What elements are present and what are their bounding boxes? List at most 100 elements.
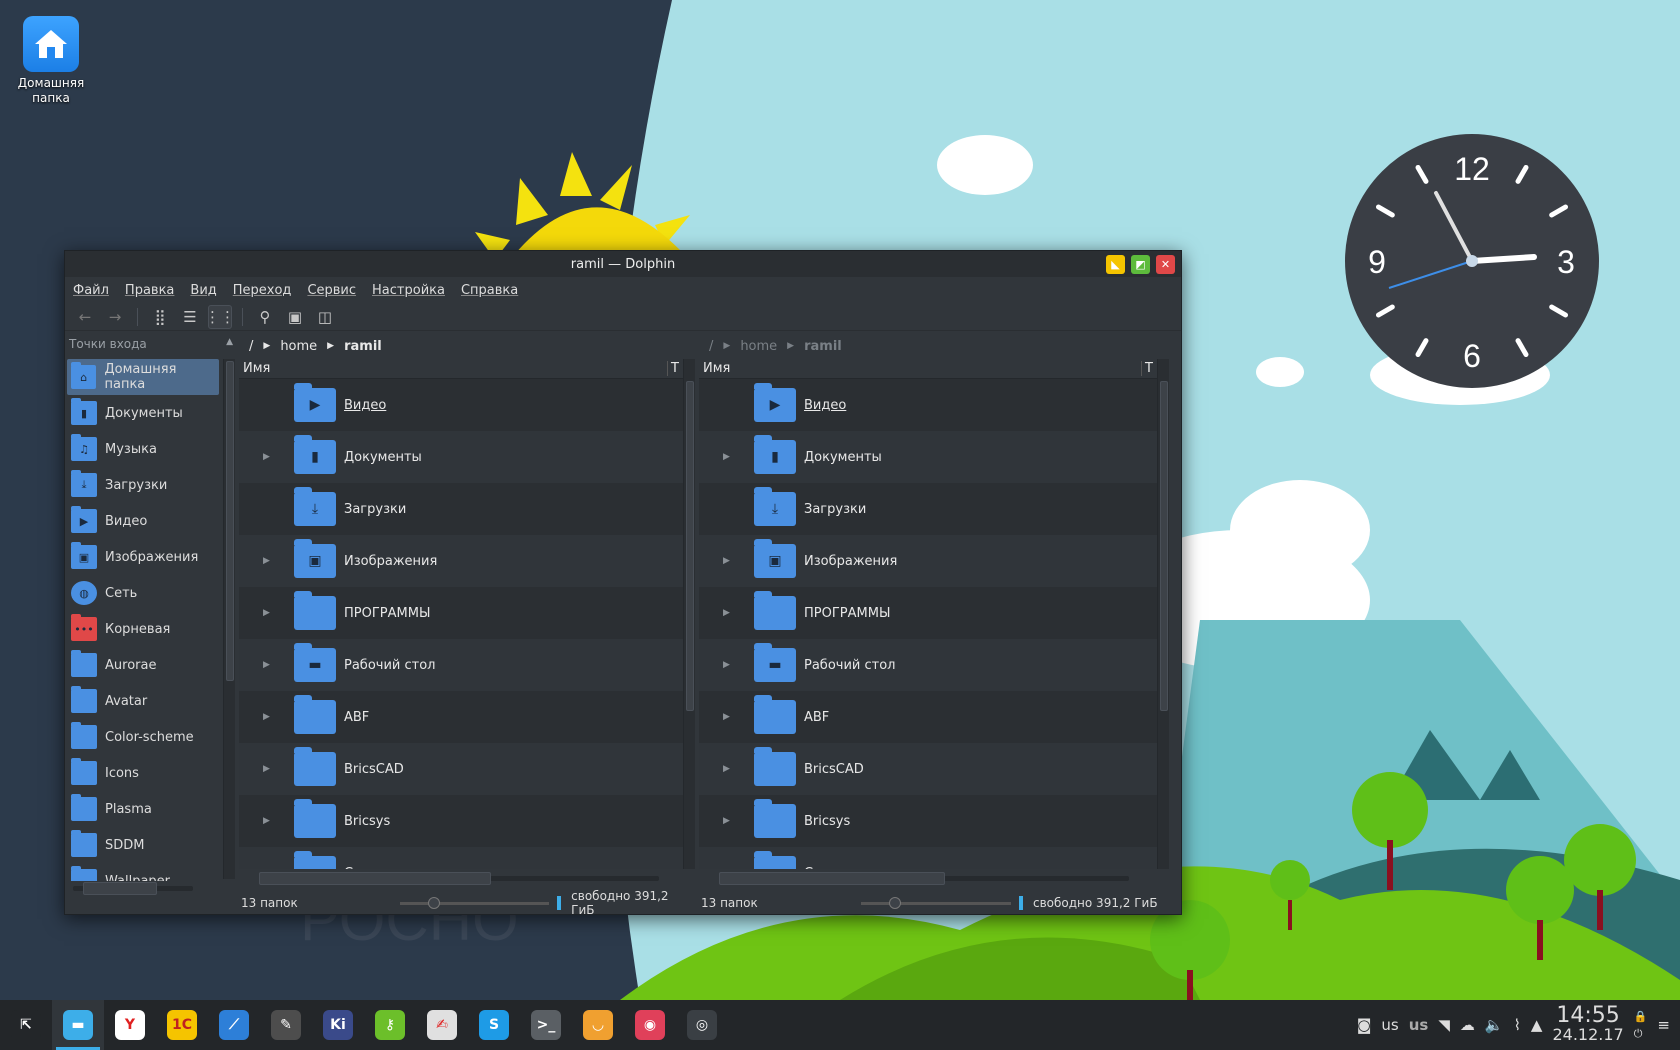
file-row[interactable]: ▶ BricsCAD — [239, 743, 695, 795]
details-view-icon[interactable]: ⋮⋮ — [205, 304, 235, 329]
taskbar-yandex-browser[interactable]: Y — [104, 1000, 156, 1050]
expand-arrow-icon[interactable]: ▶ — [239, 556, 294, 566]
minimize-button[interactable]: ◣ — [1106, 255, 1125, 274]
expand-arrow-icon[interactable]: ▶ — [239, 712, 294, 722]
file-row[interactable]: ▶ ▬ Рабочий стол — [699, 639, 1169, 691]
expand-arrow-icon[interactable]: ▶ — [239, 764, 294, 774]
keyboard-layout-alt[interactable]: us — [1409, 1016, 1429, 1034]
keyboard-layout[interactable]: us — [1381, 1016, 1398, 1034]
expand-arrow-icon[interactable]: ▶ — [239, 452, 294, 462]
sidebar-item[interactable]: ◍ Сеть — [67, 575, 219, 611]
wifi-icon[interactable]: ◥ — [1438, 1016, 1450, 1034]
breadcrumb-home[interactable]: home — [740, 339, 777, 354]
file-row[interactable]: ▶ BricsCAD — [699, 743, 1169, 795]
zoom-slider[interactable] — [861, 896, 1011, 910]
close-button[interactable]: ✕ — [1156, 255, 1175, 274]
file-row[interactable]: ▶ ▮ Документы — [239, 431, 695, 483]
file-row[interactable]: ▶ Cups — [239, 847, 695, 869]
file-row[interactable]: ▶ Bricsys — [239, 795, 695, 847]
sidebar-item[interactable]: ▣ Изображения — [67, 539, 219, 575]
expand-arrow-icon[interactable]: ▶ — [699, 608, 754, 618]
file-row[interactable]: ▶ ▣ Изображения — [699, 535, 1169, 587]
sidebar-item[interactable]: Plasma — [67, 791, 219, 827]
sidebar-item[interactable]: Avatar — [67, 683, 219, 719]
places-scrollbar[interactable] — [223, 359, 235, 879]
column-type[interactable]: Т — [1141, 361, 1153, 376]
taskbar-screenshot[interactable]: ◎ — [676, 1000, 728, 1050]
screenshot-tray-icon[interactable]: ◙ — [1357, 1016, 1372, 1034]
icons-view-icon[interactable]: ⣿ — [148, 305, 172, 329]
expand-arrow-icon[interactable]: ▶ — [699, 660, 754, 670]
column-name[interactable]: Имя — [703, 361, 730, 376]
taskbar-dolphin[interactable]: ▬ — [52, 1000, 104, 1050]
file-list-scrollbar[interactable] — [1157, 359, 1169, 869]
taskbar-package-manager[interactable]: ◡ — [572, 1000, 624, 1050]
column-type[interactable]: Т — [667, 361, 679, 376]
menu-settings[interactable]: Настройка — [372, 283, 445, 298]
expand-arrow-icon[interactable]: ▶ — [699, 868, 754, 869]
expand-arrow-icon[interactable]: ▶ — [239, 816, 294, 826]
breadcrumb-root[interactable]: / — [249, 339, 253, 354]
expand-arrow-icon[interactable]: ▶ — [699, 712, 754, 722]
expand-arrow-icon[interactable]: ▶ — [699, 452, 754, 462]
column-header[interactable]: Имя Т — [239, 359, 695, 379]
compact-view-icon[interactable]: ☰ — [178, 305, 202, 329]
sidebar-item[interactable]: ▮ Документы — [67, 395, 219, 431]
taskbar-notes[interactable]: ✍ — [416, 1000, 468, 1050]
back-arrow-icon[interactable]: ← — [73, 305, 97, 329]
file-row[interactable]: ▶ ABF — [239, 691, 695, 743]
sidebar-item[interactable]: SDDM — [67, 827, 219, 863]
taskbar-skype[interactable]: S — [468, 1000, 520, 1050]
breadcrumb-root[interactable]: / — [709, 339, 713, 354]
file-row[interactable]: ▶ Видео — [699, 379, 1169, 431]
menu-file[interactable]: Файл — [73, 283, 109, 298]
expand-arrow-icon[interactable]: ▶ — [239, 660, 294, 670]
zoom-slider[interactable] — [400, 896, 550, 910]
expand-arrow-icon[interactable]: ▶ — [699, 556, 754, 566]
file-list-scrollbar[interactable] — [683, 359, 695, 869]
column-header[interactable]: Имя Т — [699, 359, 1169, 379]
window-titlebar[interactable]: ramil — Dolphin ◣ ◩ ✕ — [65, 251, 1181, 277]
file-row[interactable]: ▶ ▣ Изображения — [239, 535, 695, 587]
menu-go[interactable]: Переход — [233, 283, 292, 298]
file-row[interactable]: ▶ ▬ Рабочий стол — [239, 639, 695, 691]
menu-view[interactable]: Вид — [190, 283, 216, 298]
file-row[interactable]: ▶ Bricsys — [699, 795, 1169, 847]
sidebar-item[interactable]: ⤓ Загрузки — [67, 467, 219, 503]
scroll-up-icon[interactable]: ▲ — [226, 337, 233, 351]
attachment-icon[interactable]: ⌇ — [1514, 1016, 1521, 1034]
taskbar-design-app[interactable]: ◉ — [624, 1000, 676, 1050]
file-row[interactable]: ▶ ▮ Документы — [699, 431, 1169, 483]
file-row[interactable]: ▶ ABF — [699, 691, 1169, 743]
file-list-hscrollbar[interactable] — [239, 871, 695, 885]
taskbar-1c[interactable]: 1С — [156, 1000, 208, 1050]
taskbar-launcher[interactable]: ⇱ — [0, 1000, 52, 1050]
expand-arrow-icon[interactable]: ▶ — [699, 764, 754, 774]
cloud-icon[interactable]: ☁ — [1460, 1016, 1475, 1034]
file-row[interactable]: ⤓ Загрузки — [699, 483, 1169, 535]
file-row[interactable]: ▶ ПРОГРАММЫ — [699, 587, 1169, 639]
expand-arrow-icon[interactable]: ▶ — [699, 816, 754, 826]
power-icon[interactable]: ⏻ — [1634, 1027, 1648, 1041]
digital-clock[interactable]: 14:55 24.12.17 — [1552, 1005, 1623, 1045]
column-name[interactable]: Имя — [243, 361, 270, 376]
tray-expand-icon[interactable]: ▲ — [1531, 1016, 1543, 1034]
file-list-hscrollbar[interactable] — [699, 871, 1169, 885]
hamburger-menu-icon[interactable]: ≡ — [1657, 1016, 1670, 1034]
sidebar-item[interactable]: Color-scheme — [67, 719, 219, 755]
preview-icon[interactable]: ▣ — [283, 305, 307, 329]
breadcrumb-user[interactable]: ramil — [344, 339, 382, 354]
search-icon[interactable]: ⚲ — [253, 305, 277, 329]
expand-arrow-icon[interactable]: ▶ — [239, 868, 294, 869]
taskbar-krita[interactable]: Ki — [312, 1000, 364, 1050]
file-row[interactable]: ▶ Cups — [699, 847, 1169, 869]
expand-arrow-icon[interactable]: ▶ — [239, 608, 294, 618]
file-row[interactable]: ⤓ Загрузки — [239, 483, 695, 535]
split-view-icon[interactable]: ◫ — [313, 305, 337, 329]
file-row[interactable]: ▶ Видео — [239, 379, 695, 431]
sidebar-item[interactable]: ♫ Музыка — [67, 431, 219, 467]
lock-icon[interactable]: 🔒 — [1634, 1010, 1648, 1023]
sidebar-item[interactable]: ••• Корневая — [67, 611, 219, 647]
menu-edit[interactable]: Правка — [125, 283, 174, 298]
taskbar-bricscad[interactable]: ⟋ — [208, 1000, 260, 1050]
